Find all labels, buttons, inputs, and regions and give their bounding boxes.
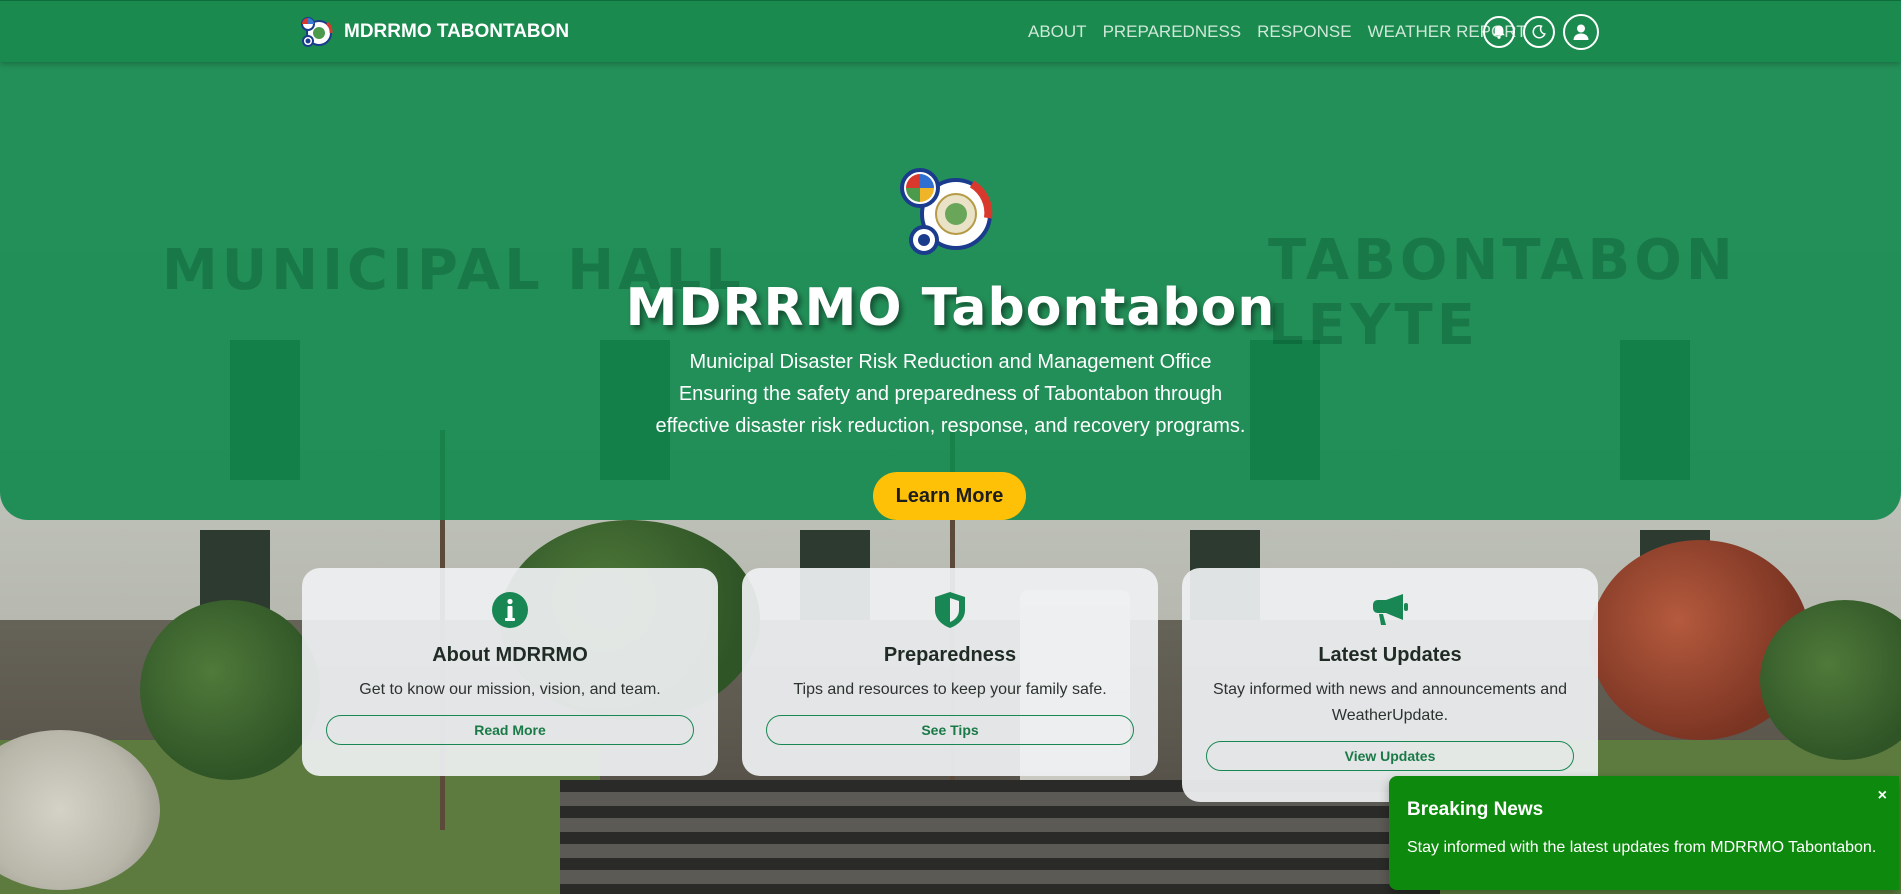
- mdrrmo-seal-logo: [900, 168, 993, 255]
- shield-icon: [935, 592, 965, 628]
- dark-mode-toggle[interactable]: [1523, 16, 1555, 48]
- card-about: About MDRRMO Get to know our mission, vi…: [302, 568, 718, 776]
- read-more-button[interactable]: Read More: [326, 715, 694, 745]
- card-title: About MDRRMO: [432, 644, 588, 666]
- hero-section: MUNICIPAL HALL TABONTABON LEYTE: [0, 0, 1901, 520]
- moon-icon: [1532, 25, 1546, 39]
- nav-icon-group: [1483, 14, 1599, 50]
- user-icon: [1573, 24, 1589, 40]
- nav-response[interactable]: RESPONSE: [1257, 22, 1351, 42]
- breaking-news-toast: Breaking News Stay informed with the lat…: [1389, 776, 1899, 890]
- notifications-button[interactable]: [1483, 16, 1515, 48]
- hero-title: MDRRMO Tabontabon: [625, 278, 1276, 338]
- hero-subtitle-line: Municipal Disaster Risk Reduction and Ma…: [689, 351, 1212, 373]
- hero-subtitle-line: effective disaster risk reduction, respo…: [655, 415, 1246, 437]
- brand[interactable]: MDRRMO TABONTABON: [300, 15, 569, 49]
- see-tips-button[interactable]: See Tips: [766, 715, 1134, 745]
- hero-subtitle: Municipal Disaster Risk Reduction and Ma…: [0, 346, 1901, 442]
- toast-message: Stay informed with the latest updates fr…: [1407, 839, 1877, 856]
- nav-preparedness[interactable]: PREPAREDNESS: [1103, 22, 1242, 42]
- nav-links: ABOUT PREPAREDNESS RESPONSE WEATHER REPO…: [1028, 22, 1527, 42]
- user-account-button[interactable]: [1563, 14, 1599, 50]
- card-text: Get to know our mission, vision, and tea…: [359, 681, 661, 698]
- card-text: Stay informed with news and announcement…: [1213, 681, 1567, 724]
- brand-name: MDRRMO TABONTABON: [344, 21, 570, 42]
- card-title: Latest Updates: [1318, 644, 1462, 666]
- card-title: Preparedness: [883, 644, 1017, 666]
- megaphone-icon: [1373, 594, 1408, 625]
- card-text: Tips and resources to keep your family s…: [793, 681, 1107, 698]
- card-latest-updates: Latest Updates Stay informed with news a…: [1182, 568, 1598, 802]
- learn-more-button[interactable]: Learn More: [873, 472, 1026, 520]
- bell-icon: [1493, 25, 1505, 39]
- top-navbar: MDRRMO TABONTABON ABOUT PREPAREDNESS RES…: [0, 0, 1901, 62]
- view-updates-button[interactable]: View Updates: [1206, 741, 1574, 771]
- toast-title: Breaking News: [1407, 799, 1544, 820]
- card-preparedness: Preparedness Tips and resources to keep …: [742, 568, 1158, 776]
- hero-subtitle-line: Ensuring the safety and preparedness of …: [678, 383, 1223, 405]
- mdrrmo-logo-icon: [301, 17, 333, 47]
- nav-about[interactable]: ABOUT: [1028, 22, 1087, 42]
- info-icon: [492, 592, 528, 628]
- close-icon[interactable]: ×: [1878, 787, 1887, 805]
- shrub: [140, 600, 320, 780]
